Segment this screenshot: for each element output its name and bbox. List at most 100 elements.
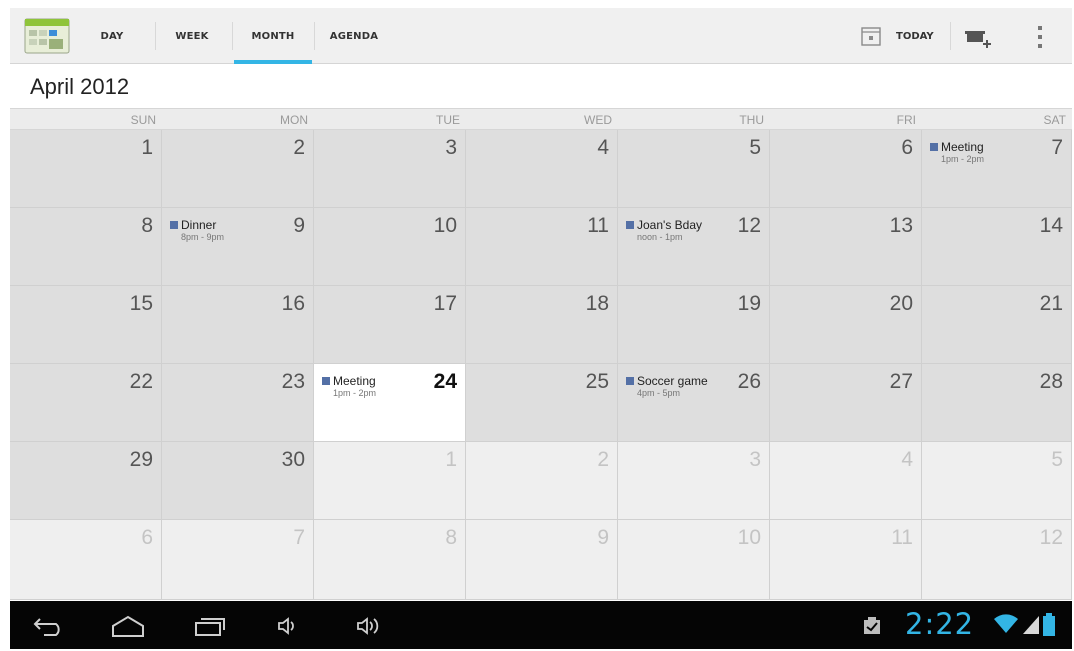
- overflow-menu-icon[interactable]: [1036, 24, 1044, 50]
- day-cell[interactable]: 12: [922, 520, 1072, 600]
- volume-down-icon[interactable]: [276, 615, 298, 637]
- day-number: 19: [737, 292, 761, 315]
- weekday-label: WED: [584, 113, 612, 127]
- event-chip[interactable]: Soccer game 4pm - 5pm: [626, 374, 708, 398]
- day-cell[interactable]: 4: [770, 442, 922, 520]
- day-cell[interactable]: 6: [10, 520, 162, 600]
- day-cell[interactable]: 1: [314, 442, 466, 520]
- day-cell[interactable]: Dinner 8pm - 9pm 9: [162, 208, 314, 286]
- day-cell[interactable]: 17: [314, 286, 466, 364]
- day-number: 6: [901, 136, 913, 159]
- day-cell[interactable]: 11: [770, 520, 922, 600]
- month-title: April 2012: [30, 74, 130, 99]
- calendar-today-icon: [861, 27, 881, 46]
- day-cell[interactable]: 11: [466, 208, 618, 286]
- day-cell[interactable]: 2: [162, 130, 314, 208]
- weekday-label: MON: [280, 113, 308, 127]
- day-number: 6: [141, 526, 153, 549]
- day-cell[interactable]: 8: [10, 208, 162, 286]
- day-cell[interactable]: 5: [618, 130, 770, 208]
- day-cell[interactable]: 20: [770, 286, 922, 364]
- calendar-app-icon[interactable]: [24, 18, 70, 54]
- day-cell[interactable]: Meeting 1pm - 2pm 7: [922, 130, 1072, 208]
- day-number: 3: [445, 136, 457, 159]
- day-number: 21: [1039, 292, 1063, 315]
- back-icon[interactable]: [32, 615, 66, 637]
- day-cell[interactable]: 9: [466, 520, 618, 600]
- day-cell[interactable]: 30: [162, 442, 314, 520]
- day-number: 24: [433, 370, 457, 393]
- new-event-icon[interactable]: [965, 26, 993, 50]
- day-number: 7: [293, 526, 305, 549]
- day-number: 5: [1051, 448, 1063, 471]
- day-number: 20: [889, 292, 913, 315]
- day-number: 9: [293, 214, 305, 237]
- event-time: 8pm - 9pm: [181, 232, 225, 242]
- tab-month[interactable]: MONTH: [234, 8, 312, 64]
- day-number: 13: [889, 214, 913, 237]
- day-cell[interactable]: Joan's Bday noon - 1pm 12: [618, 208, 770, 286]
- day-cell[interactable]: 27: [770, 364, 922, 442]
- day-number: 4: [901, 448, 913, 471]
- event-color-square: [322, 377, 330, 385]
- day-cell[interactable]: 18: [466, 286, 618, 364]
- day-cell[interactable]: 28: [922, 364, 1072, 442]
- day-number: 10: [737, 526, 761, 549]
- event-chip[interactable]: Dinner 8pm - 9pm: [170, 218, 224, 242]
- event-time: 1pm - 2pm: [333, 388, 377, 398]
- weekday-header: SUN MON TUE WED THU FRI SAT: [10, 108, 1072, 130]
- today-button[interactable]: TODAY: [860, 20, 934, 52]
- event-chip[interactable]: Meeting 1pm - 2pm: [322, 374, 376, 398]
- weekday-label: FRI: [896, 113, 916, 127]
- action-bar: DAY WEEK MONTH AGENDA TODAY: [10, 8, 1072, 64]
- day-cell[interactable]: 10: [314, 208, 466, 286]
- day-cell[interactable]: 14: [922, 208, 1072, 286]
- day-cell[interactable]: 25: [466, 364, 618, 442]
- day-number: 26: [737, 370, 761, 393]
- clock: 2:22: [905, 607, 975, 641]
- recent-apps-icon[interactable]: [193, 614, 227, 638]
- day-cell[interactable]: 10: [618, 520, 770, 600]
- event-chip[interactable]: Joan's Bday noon - 1pm: [626, 218, 702, 242]
- day-cell[interactable]: 3: [314, 130, 466, 208]
- day-number: 5: [749, 136, 761, 159]
- day-cell[interactable]: 29: [10, 442, 162, 520]
- home-icon[interactable]: [110, 614, 146, 638]
- day-cell[interactable]: 13: [770, 208, 922, 286]
- event-time: 4pm - 5pm: [637, 388, 681, 398]
- today-cell[interactable]: Meeting 1pm - 2pm 24: [314, 364, 466, 442]
- day-cell[interactable]: 23: [162, 364, 314, 442]
- tab-divider: [232, 22, 233, 50]
- calendar-app: DAY WEEK MONTH AGENDA TODAY April 2012 S…: [10, 8, 1072, 649]
- day-cell[interactable]: 22: [10, 364, 162, 442]
- day-cell[interactable]: 1: [10, 130, 162, 208]
- day-number: 17: [433, 292, 457, 315]
- day-number: 27: [889, 370, 913, 393]
- day-cell[interactable]: 16: [162, 286, 314, 364]
- event-chip[interactable]: Meeting 1pm - 2pm: [930, 140, 984, 164]
- notification-icon[interactable]: [862, 616, 882, 636]
- tab-agenda[interactable]: AGENDA: [318, 8, 390, 64]
- event-title: Soccer game: [637, 374, 708, 388]
- day-cell[interactable]: 7: [162, 520, 314, 600]
- day-cell[interactable]: 15: [10, 286, 162, 364]
- day-cell[interactable]: 3: [618, 442, 770, 520]
- tab-day[interactable]: DAY: [86, 8, 138, 64]
- tab-divider: [314, 22, 315, 50]
- day-number: 7: [1051, 136, 1063, 159]
- day-cell[interactable]: 19: [618, 286, 770, 364]
- weekday-label: SAT: [1043, 113, 1066, 127]
- day-cell[interactable]: 4: [466, 130, 618, 208]
- volume-up-icon[interactable]: [355, 614, 385, 638]
- day-cell[interactable]: 5: [922, 442, 1072, 520]
- day-number: 16: [281, 292, 305, 315]
- day-number: 11: [891, 526, 913, 549]
- day-cell[interactable]: Soccer game 4pm - 5pm 26: [618, 364, 770, 442]
- event-color-square: [930, 143, 938, 151]
- event-title: Meeting: [333, 374, 376, 388]
- day-cell[interactable]: 2: [466, 442, 618, 520]
- day-cell[interactable]: 6: [770, 130, 922, 208]
- tab-week[interactable]: WEEK: [160, 8, 224, 64]
- day-cell[interactable]: 8: [314, 520, 466, 600]
- day-cell[interactable]: 21: [922, 286, 1072, 364]
